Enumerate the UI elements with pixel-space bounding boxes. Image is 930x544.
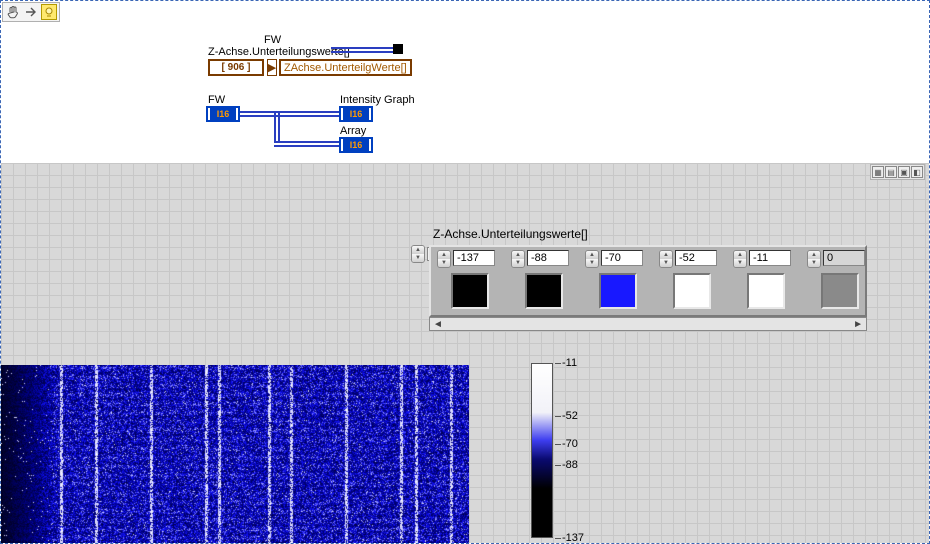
terminal-i16-intensity[interactable]: I16 [339, 106, 373, 122]
cluster-hscroll[interactable]: ◄ ► [429, 317, 867, 331]
entry-3-stepper[interactable]: ▲▼ [659, 250, 673, 268]
scale-tick [555, 538, 561, 539]
entry-4-stepper[interactable]: ▲▼ [733, 250, 747, 268]
highlight-exec-icon[interactable] [41, 4, 57, 20]
index-down-icon[interactable]: ▼ [412, 254, 424, 262]
scale-tick-label: -11 [562, 357, 577, 369]
scale-tick-label: -88 [562, 459, 578, 471]
arrow-to-terminal-icon: ▶ [267, 59, 277, 76]
label-array: Array [340, 125, 366, 137]
entry-2-stepper[interactable]: ▲▼ [585, 250, 599, 268]
label-zachse: Z-Achse.Unterteilungswerte[] [208, 46, 350, 58]
scale-tick-label: -137 [562, 532, 584, 543]
front-panel-tool-strip: ▦ ▤ ▣ ◧ [870, 164, 925, 180]
entry-5-stepper[interactable]: ▲▼ [807, 250, 821, 268]
entry-5-color[interactable] [821, 273, 859, 309]
cluster-array-panel: ▲▼ -137 ▲▼ -88 ▲▼ -70 ▲▼ -52 ▲▼ -11 ▲▼ 0 [429, 245, 867, 317]
index-up-icon[interactable]: ▲ [412, 246, 424, 254]
label-fw-bottom: FW [208, 94, 225, 106]
control-title: Z-Achse.Unterteilungswerte[] [433, 227, 588, 241]
toolbar [2, 2, 60, 22]
scale-tick [555, 363, 561, 364]
scale-tick-label: -70 [562, 438, 578, 450]
scale-tick-label: -52 [562, 410, 578, 422]
node-906[interactable]: [ 906 ] [208, 59, 264, 76]
block-diagram-area: FW Z-Achse.Unterteilungswerte[] [ 906 ] … [1, 1, 929, 163]
intensity-graph[interactable] [1, 365, 469, 543]
tool-a-icon[interactable]: ▦ [872, 166, 884, 178]
label-fw-top: FW [264, 34, 281, 46]
entry-5-value[interactable]: 0 [823, 250, 865, 266]
node-junction [393, 44, 403, 54]
label-intensity-graph: Intensity Graph [340, 94, 415, 106]
node-906-text: [ 906 ] [222, 62, 251, 73]
entry-4-value[interactable]: -11 [749, 250, 791, 266]
scroll-right-icon[interactable]: ► [853, 319, 863, 330]
entry-1-value[interactable]: -88 [527, 250, 569, 266]
index-stepper[interactable]: ▲ ▼ [411, 245, 425, 263]
entry-0-value[interactable]: -137 [453, 250, 495, 266]
tool-b-icon[interactable]: ▤ [885, 166, 897, 178]
color-ramp[interactable] [531, 363, 553, 538]
entry-2-value[interactable]: -70 [601, 250, 643, 266]
front-panel-area[interactable]: ▦ ▤ ▣ ◧ Z-Achse.Unterteilungswerte[] ▲ ▼… [1, 163, 929, 543]
entry-1-stepper[interactable]: ▲▼ [511, 250, 525, 268]
arrow-right-icon[interactable] [23, 4, 39, 20]
color-scale: -11-52-70-88-137 [531, 363, 611, 543]
terminal-zachse-out[interactable]: ZAchse.UnterteilgWerte[] [279, 59, 412, 76]
scale-tick [555, 444, 561, 445]
scale-tick [555, 465, 561, 466]
scale-tick [555, 416, 561, 417]
tool-c-icon[interactable]: ▣ [898, 166, 910, 178]
tool-d-icon[interactable]: ◧ [911, 166, 923, 178]
hand-tool-icon[interactable] [5, 4, 21, 20]
scroll-left-icon[interactable]: ◄ [433, 319, 443, 330]
entry-1-color[interactable] [525, 273, 563, 309]
terminal-i16-source[interactable]: I16 [206, 106, 240, 122]
entry-4-color[interactable] [747, 273, 785, 309]
entry-2-color[interactable] [599, 273, 637, 309]
entry-0-stepper[interactable]: ▲▼ [437, 250, 451, 268]
terminal-i16-array[interactable]: I16 [339, 137, 373, 153]
entry-3-value[interactable]: -52 [675, 250, 717, 266]
entry-0-color[interactable] [451, 273, 489, 309]
entry-3-color[interactable] [673, 273, 711, 309]
